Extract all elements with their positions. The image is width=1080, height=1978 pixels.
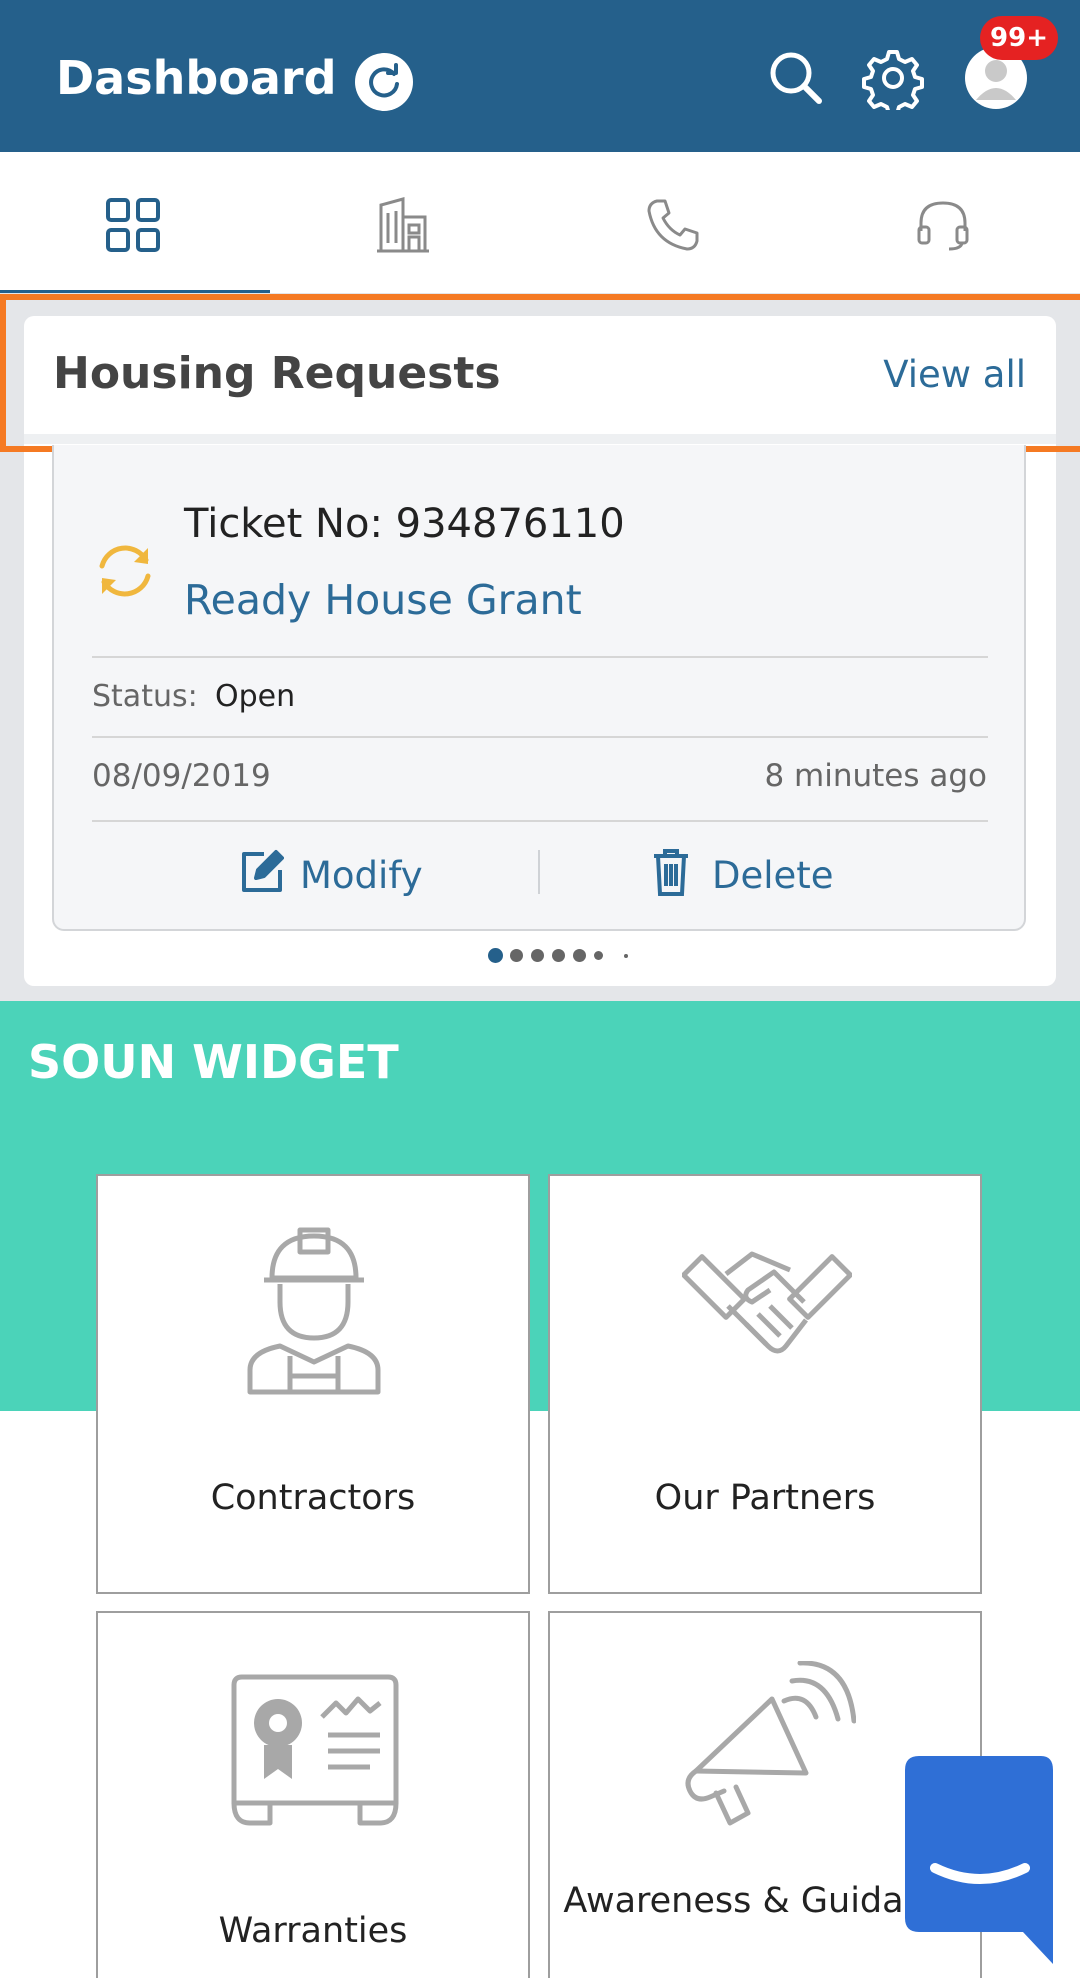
widget-title: SOUN WIDGET [28,1035,399,1089]
tile-our-partners[interactable]: Our Partners [548,1174,982,1594]
edit-icon [242,850,284,892]
status-value: Open [215,679,296,714]
page-dot[interactable] [510,949,523,962]
tile-contractors[interactable]: Contractors [96,1174,530,1594]
tile-label: Contractors [210,1478,416,1518]
page-dot[interactable] [552,949,565,962]
search-icon[interactable] [764,46,828,110]
tab-bar [0,152,1080,292]
page-dot-active[interactable] [488,948,503,963]
ticket-number: Ticket No: 934876110 [184,501,625,547]
megaphone-icon [685,1661,856,1826]
delete-button[interactable]: Delete [650,848,890,904]
action-separator [538,850,540,894]
status-label: Status: [92,679,198,714]
page-dot[interactable] [531,949,544,962]
tile-warranties[interactable]: Warranties [96,1611,530,1978]
tile-label: Warranties [218,1911,408,1951]
ticket-date: 08/09/2019 [92,758,271,794]
divider [92,736,988,738]
gear-icon[interactable] [861,46,925,110]
divider [92,656,988,658]
in-progress-icon [99,545,151,597]
ticket-type[interactable]: Ready House Grant [184,572,582,628]
ticket-time-ago: 8 minutes ago [764,758,987,794]
divider [92,820,988,822]
building-icon [377,197,429,253]
highlight-box [0,294,1080,452]
page-dot[interactable] [624,954,628,958]
modify-label: Modify [300,854,423,897]
refresh-icon[interactable] [354,52,414,112]
phone-icon [647,199,699,251]
grid-icon [106,198,160,252]
page-dot[interactable] [573,949,586,962]
worker-helmet-icon [247,1227,381,1395]
tile-label: Our Partners [654,1478,876,1518]
page-title: Dashboard [56,51,337,105]
trash-icon [654,849,688,896]
certificate-icon [231,1674,399,1826]
tab-buildings[interactable] [270,152,540,292]
tab-dashboard[interactable] [0,152,270,292]
handshake-icon [682,1251,852,1354]
notification-badge[interactable]: 99+ [980,16,1058,60]
modify-button[interactable]: Modify [238,848,458,904]
chat-bubble-button[interactable] [905,1756,1055,1966]
app-bar: Dashboard 99+ [0,0,1080,152]
page-dot[interactable] [594,951,603,960]
headset-icon [917,201,969,251]
delete-label: Delete [712,854,834,897]
tab-phone[interactable] [540,152,810,292]
tab-support[interactable] [810,152,1080,292]
